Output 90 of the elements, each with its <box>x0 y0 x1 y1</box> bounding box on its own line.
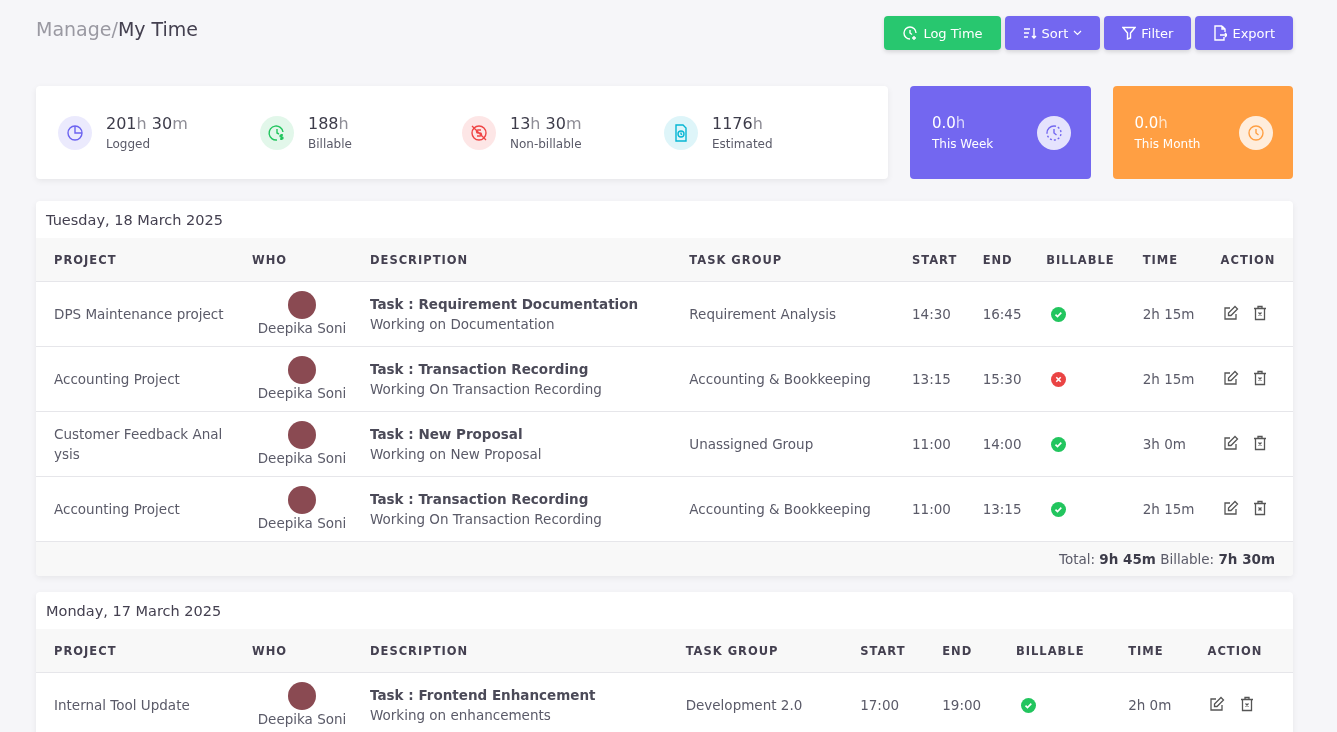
clock-plus-icon <box>902 25 919 41</box>
stat-value: 13h 30m <box>510 114 582 133</box>
task-note: Working on Documentation <box>370 315 556 334</box>
task-title: Task : Transaction Recording <box>370 360 590 379</box>
project-cell: Accounting Project <box>36 476 243 542</box>
day-total: Total: 9h 45m Billable: 7h 30m <box>1058 551 1275 567</box>
end-cell: 13:15 <box>973 476 1038 542</box>
summary-value: 0.0h <box>1134 114 1169 132</box>
column-header: PROJECT <box>36 238 243 282</box>
log-button[interactable]: Log Time <box>884 16 1001 50</box>
avatar <box>288 682 316 710</box>
task-note: Working on enhancements <box>370 706 552 725</box>
end-cell: 16:45 <box>973 281 1038 347</box>
end-cell: 19:00 <box>933 672 1007 732</box>
task-title: Task : Transaction Recording <box>370 490 590 509</box>
column-header: END <box>973 238 1038 282</box>
time-cell: 2h 0m <box>1119 672 1199 732</box>
task-group-cell: Development 2.0 <box>676 672 852 732</box>
stat-label: Logged <box>106 137 152 151</box>
column-header: DESCRIPTION <box>361 238 681 282</box>
start-cell: 11:00 <box>902 476 974 542</box>
task-title: Task : New Proposal <box>370 425 524 444</box>
column-header: START <box>851 629 934 673</box>
project-cell: Accounting Project <box>36 346 243 412</box>
clock-icon <box>1239 115 1273 150</box>
task-note: Working On Transaction Recording <box>370 510 603 529</box>
task-title: Task : Requirement Documentation <box>370 295 640 314</box>
column-header: WHO <box>243 238 361 282</box>
column-header: PROJECT <box>36 629 243 673</box>
time-cell: 2h 15m <box>1133 476 1212 542</box>
stat-value: 188h <box>308 114 350 133</box>
column-header: START <box>902 238 974 282</box>
file-export-icon <box>1213 25 1228 41</box>
user-name: Deepika Soni <box>256 514 348 532</box>
user-name: Deepika Soni <box>256 449 348 467</box>
start-cell: 11:00 <box>902 411 974 477</box>
avatar <box>288 356 316 384</box>
avatar <box>288 421 316 449</box>
task-note: Working On Transaction Recording <box>370 380 603 399</box>
task-note: Working on New Proposal <box>370 445 543 464</box>
column-header: TIME <box>1119 629 1199 673</box>
filter-button[interactable]: Filter <box>1104 16 1192 50</box>
task-title: Task : Frontend Enhancement <box>370 686 597 705</box>
stat-value: 201h 30m <box>106 114 188 133</box>
column-header: WHO <box>243 629 361 673</box>
column-header: BILLABLE <box>1007 629 1120 673</box>
summary-label: This Month <box>1134 137 1201 151</box>
stat-label: Estimated <box>712 137 773 151</box>
project-cell: Customer Feedback Anal ysis <box>36 411 243 477</box>
project-cell: Internal Tool Update <box>36 672 243 732</box>
avatar <box>288 291 316 319</box>
task-group-cell: Accounting & Bookkeeping <box>680 476 903 542</box>
day-date: Tuesday, 18 March 2025 <box>45 211 224 230</box>
column-header: DESCRIPTION <box>361 629 677 673</box>
column-header: TASK GROUP <box>676 629 852 673</box>
avatar <box>288 486 316 514</box>
summary-value: 0.0h <box>932 114 967 132</box>
filter-icon <box>1122 26 1137 40</box>
column-header: BILLABLE <box>1037 238 1134 282</box>
time-cell: 3h 0m <box>1133 411 1212 477</box>
stat-value: 1176h <box>712 114 764 133</box>
user-name: Deepika Soni <box>256 384 348 402</box>
column-header: ACTION <box>1211 238 1293 282</box>
time-cell: 2h 15m <box>1133 346 1212 412</box>
end-cell: 15:30 <box>973 346 1038 412</box>
project-cell: DPS Maintenance project <box>36 281 243 347</box>
start-cell: 13:15 <box>902 346 974 412</box>
breadcrumb: Manage/My Time <box>36 18 199 40</box>
column-header: TIME <box>1133 238 1212 282</box>
time-cell: 2h 15m <box>1133 281 1212 347</box>
summary-label: This Week <box>932 137 994 151</box>
task-group-cell: Unassigned Group <box>680 411 903 477</box>
stat-label: Billable <box>308 137 352 151</box>
day-date: Monday, 17 March 2025 <box>45 602 223 621</box>
sort-icon <box>1022 26 1037 40</box>
stat-label: Non-billable <box>510 137 582 151</box>
export-button[interactable]: Export <box>1195 16 1293 50</box>
start-cell: 14:30 <box>902 281 974 347</box>
sort-button[interactable]: Sort <box>1004 16 1101 50</box>
column-header: END <box>933 629 1007 673</box>
start-cell: 17:00 <box>851 672 934 732</box>
chevron-down-icon <box>1073 30 1083 36</box>
end-cell: 14:00 <box>973 411 1038 477</box>
user-name: Deepika Soni <box>256 319 348 337</box>
task-group-cell: Requirement Analysis <box>680 281 903 347</box>
task-group-cell: Accounting & Bookkeeping <box>680 346 903 412</box>
user-name: Deepika Soni <box>256 710 348 728</box>
column-header: ACTION <box>1198 629 1293 673</box>
history-icon <box>1036 115 1071 150</box>
column-header: TASK GROUP <box>680 238 903 282</box>
